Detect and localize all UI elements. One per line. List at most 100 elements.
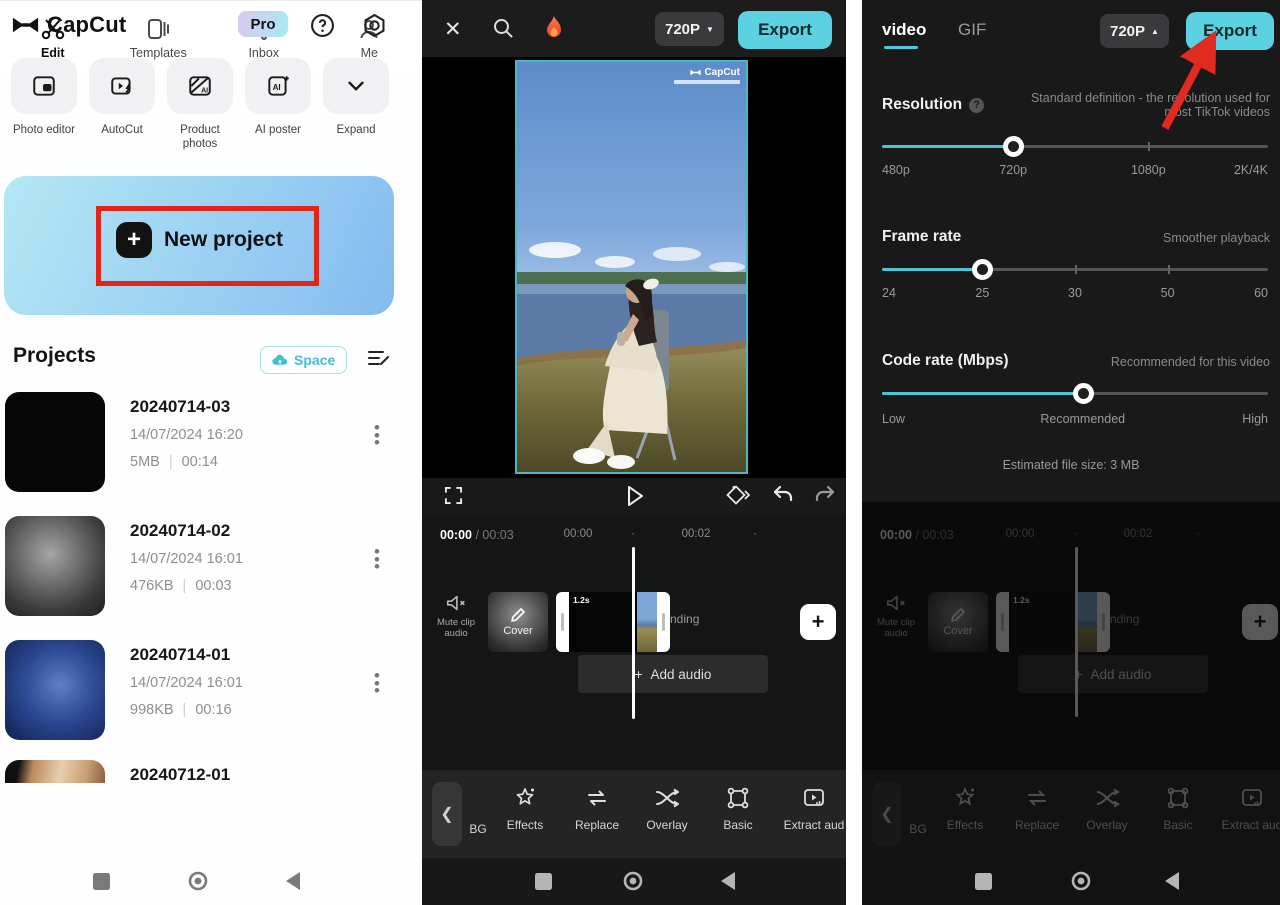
slider-thumb[interactable] [972,259,993,280]
plus-icon: + [635,667,643,682]
add-audio-button[interactable]: + Add audio [578,655,768,693]
editor-toolbar: ❮ BG Effects Replace [422,770,846,858]
clip-thumbnail [637,592,657,652]
more-options-icon[interactable]: ••• [374,424,380,447]
playback-controls [422,478,846,515]
mute-clip-audio-button[interactable]: Mute clip audio [428,593,484,640]
export-button[interactable]: Export [738,11,832,49]
resolution-label: Resolution ? [882,96,984,114]
tool-expand[interactable]: Expand [322,58,390,152]
ruler-tick: 00:00 [564,528,593,540]
tool-replace[interactable]: Replace [565,786,629,832]
android-recent-icon[interactable] [93,873,110,890]
frame-rate-slider[interactable] [882,268,1268,271]
project-thumbnail [5,640,105,740]
replace-loop-icon [584,786,610,810]
resolution-dropdown[interactable]: 720P ▲ [1100,14,1169,48]
project-thumbnail [5,760,105,783]
tool-photo-editor[interactable]: Photo editor [10,58,78,152]
pencil-icon [510,607,526,623]
tab-gif[interactable]: GIF [958,20,986,40]
cover-thumbnail[interactable]: Cover [488,592,548,652]
export-button[interactable]: Export [1186,12,1274,50]
resolution-slider[interactable] [882,145,1268,148]
frame-rate-tick-labels: 24 25 30 50 60 [882,286,1268,302]
android-recent-icon[interactable] [975,873,992,890]
export-settings-screen: video GIF 720P ▲ Export Resolution ? Sta… [862,0,1280,905]
templates-icon [145,17,171,41]
undo-icon[interactable] [772,485,794,505]
android-back-icon[interactable] [721,872,735,890]
project-row[interactable]: 20240712-01 [0,760,422,784]
tab-video[interactable]: video [882,20,926,40]
overlay-shuffle-icon [654,786,680,810]
chevron-down-icon [323,58,389,114]
quick-tools-row: Photo editor AutoCut AI P [10,58,390,152]
photo-editor-icon [11,58,77,114]
slider-thumb[interactable] [1073,383,1094,404]
ruler-tick: · [753,528,757,540]
android-back-icon[interactable] [1165,872,1179,890]
search-icon[interactable] [492,17,514,39]
project-row[interactable]: 20240714-02 14/07/2024 16:01 476KB|00:03… [0,512,422,630]
flame-icon[interactable] [544,15,564,41]
help-icon[interactable]: ? [969,98,984,113]
code-rate-slider[interactable] [882,392,1268,395]
resolution-dropdown[interactable]: 720P ▼ [655,12,724,46]
space-button[interactable]: Space [260,346,347,374]
caret-down-icon: ▼ [706,25,714,34]
help-icon[interactable] [310,13,335,38]
editor-screen: ✕ 720P ▼ Export [422,0,846,905]
caret-up-icon: ▲ [1151,27,1159,36]
project-thumbnail [5,392,105,492]
toolbar-back-button: ❮ [872,782,902,846]
tool-autocut[interactable]: AutoCut [88,58,156,152]
playhead [1075,547,1078,717]
play-icon[interactable] [625,484,645,508]
toolbar-back-button[interactable]: ❮ [432,782,462,846]
resolution-hint: Standard definition - the resolution use… [1018,91,1270,119]
android-home-icon[interactable] [623,871,643,891]
pro-badge[interactable]: Pro [238,11,288,37]
tool-overlay[interactable]: Overlay [635,786,699,832]
sort-list-icon[interactable] [366,348,390,368]
tool-product-photos[interactable]: AI Product photos [166,58,234,152]
slider-thumb[interactable] [1003,136,1024,157]
keyframe-diamond-icon[interactable] [726,485,752,505]
export-settings-sheet: video GIF 720P ▲ Export Resolution ? Sta… [862,0,1280,502]
settings-icon[interactable] [362,13,387,38]
tool-ai-poster[interactable]: AI AI poster [244,58,312,152]
video-preview[interactable]: CapCut [515,60,748,474]
fullscreen-icon[interactable] [444,486,463,505]
close-icon[interactable]: ✕ [444,17,462,42]
android-back-icon[interactable] [286,872,300,890]
add-clip-button[interactable]: + [800,604,836,640]
tool-extract-audio[interactable]: Extract aud [782,786,846,832]
basic-frame-icon [726,786,750,810]
estimated-file-size: Estimated file size: 3 MB [862,458,1280,472]
android-home-icon[interactable] [1071,871,1091,891]
android-nav-bar [422,858,846,905]
code-rate-label: Code rate (Mbps) [882,352,1009,370]
android-nav-bar [862,858,1280,905]
android-recent-icon[interactable] [535,873,552,890]
time-indicator: 00:00 / 00:03 [440,528,514,542]
ruler-tick: 00:02 [682,528,711,540]
frame-rate-label: Frame rate [882,228,961,246]
product-photos-icon: AI [167,58,233,114]
tool-effects[interactable]: Effects [493,786,557,832]
clip-right-handle[interactable] [657,592,670,652]
selected-clip[interactable]: 1.2s [556,592,670,652]
tool-basic[interactable]: Basic [706,786,770,832]
project-row[interactable]: 20240714-03 14/07/2024 16:20 5MB|00:14 •… [0,388,422,506]
redo-icon[interactable] [814,485,836,505]
code-rate-hint: Recommended for this video [1111,355,1270,369]
ruler-tick: · [631,528,635,540]
more-options-icon[interactable]: ••• [374,548,380,571]
clip-left-handle[interactable] [556,592,569,652]
playhead[interactable] [632,547,635,719]
project-row[interactable]: 20240714-01 14/07/2024 16:01 998KB|00:16… [0,636,422,754]
capcut-tutorial-composite: CapCut Pro Photo editor [0,0,1280,905]
android-home-icon[interactable] [188,871,208,891]
more-options-icon[interactable]: ••• [374,672,380,695]
